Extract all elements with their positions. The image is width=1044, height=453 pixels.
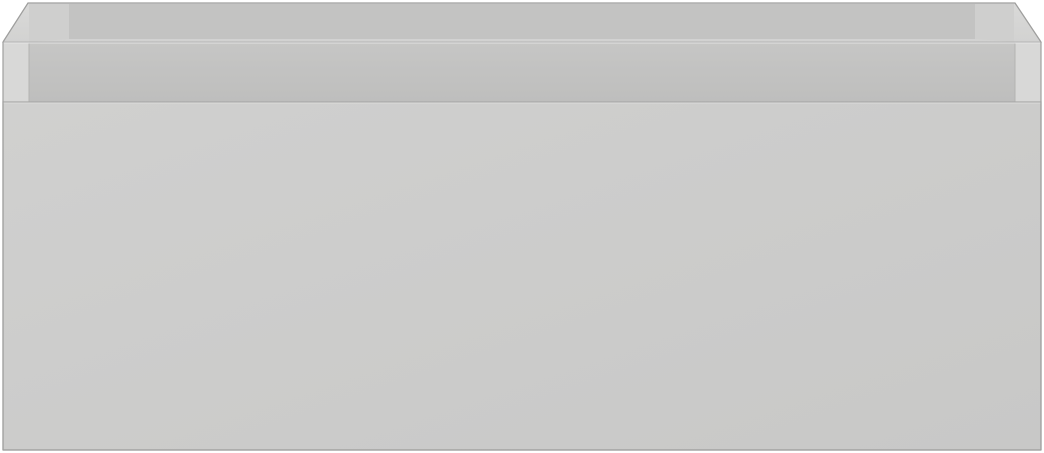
inner-rim-band [28, 41, 1016, 103]
right-inner-wall [975, 4, 1014, 42]
drawer-front-panel [2, 101, 1042, 451]
product-render [0, 0, 1044, 453]
back-panel [69, 4, 975, 39]
left-side-panel [2, 41, 30, 103]
right-side-panel [1014, 41, 1042, 103]
drawer-front [2, 101, 1042, 451]
drawer-unit-illustration [2, 2, 1042, 451]
drawer-box-top [2, 2, 1042, 103]
left-inner-wall [29, 4, 69, 42]
